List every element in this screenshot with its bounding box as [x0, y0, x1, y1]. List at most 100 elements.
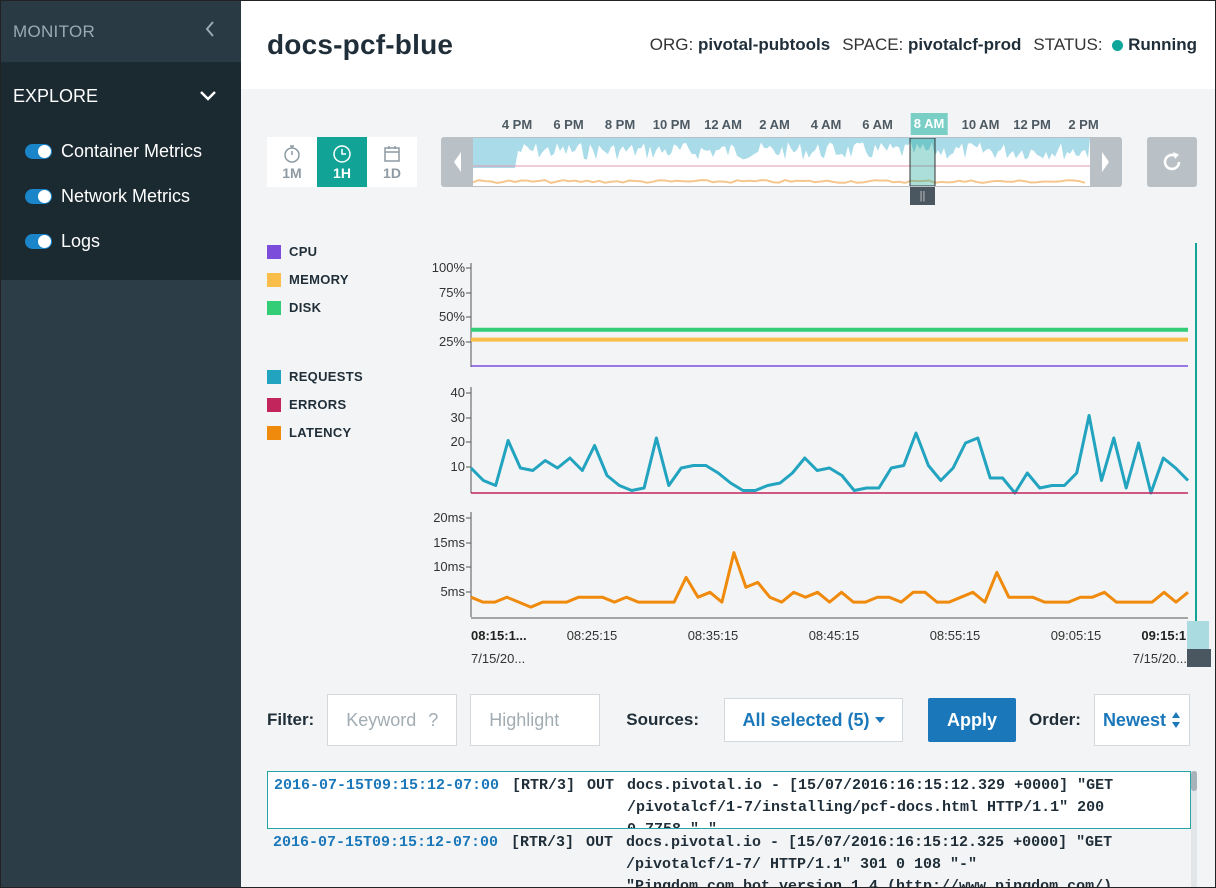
highlight-input[interactable]: Highlight: [470, 694, 601, 746]
explore-title: EXPLORE: [13, 85, 99, 106]
range-1h-button[interactable]: 1H: [317, 137, 367, 187]
log-scrollbar[interactable]: [1191, 771, 1197, 887]
explore-section: EXPLORE Container Metrics Network Metric…: [1, 63, 241, 280]
time-cursor-handle[interactable]: [1187, 649, 1211, 667]
time-cursor-marker[interactable]: [1187, 621, 1209, 649]
monitor-title: MONITOR: [13, 21, 96, 41]
timeline-drag-handle[interactable]: ||: [910, 187, 935, 205]
clock-icon: [333, 144, 351, 163]
range-1m-button[interactable]: 1M: [267, 137, 317, 187]
range-1d-button[interactable]: 1D: [367, 137, 417, 187]
legend-label: ERRORS: [289, 397, 347, 412]
status-dot-icon: [1112, 40, 1124, 52]
metrics-chart-svg: 100% 75% 50% 25% 40 30 20 10 20ms 15ms 10ms 5ms 08:1…: [432, 243, 1211, 667]
timeline-tick-label: 8 PM: [604, 117, 636, 132]
keyword-input[interactable]: Keyword ?: [327, 694, 458, 746]
legend-label: LATENCY: [289, 425, 352, 440]
x-tick-label: 08:55:15: [930, 628, 981, 643]
space-info: SPACE: pivotalcf-prod: [842, 35, 1021, 55]
y-tick-label: 15ms: [433, 535, 465, 550]
timeline-tick-label: 12 AM: [704, 117, 742, 132]
logs-toggle[interactable]: [25, 234, 52, 249]
legend-swatch: [267, 369, 281, 384]
sidebar-item-label: Network Metrics: [61, 186, 191, 206]
chevron-right-icon: [1102, 152, 1109, 172]
y-tick-label: 25%: [439, 334, 465, 349]
org-info: ORG: pivotal-pubtools: [650, 35, 830, 55]
chevron-down-icon[interactable]: [199, 90, 229, 102]
explore-header[interactable]: EXPLORE: [1, 63, 241, 129]
timeline-tick-label: 6 AM: [862, 117, 893, 132]
range-1d-label: 1D: [383, 164, 401, 181]
org-label: ORG:: [649, 35, 694, 54]
sidebar-item-logs[interactable]: Logs: [1, 219, 241, 264]
timeline-overview-graph: [473, 138, 1090, 186]
collapse-sidebar-icon[interactable]: [205, 20, 215, 43]
timeline-tick-label: 6 PM: [553, 117, 584, 132]
y-tick-label: 50%: [439, 309, 465, 324]
x-tick-label: 08:35:15: [688, 628, 739, 643]
legend-requests[interactable]: REQUESTS: [267, 369, 363, 384]
legend-swatch: [267, 244, 281, 259]
caret-down-icon: [874, 717, 885, 723]
legend-swatch: [267, 397, 281, 412]
status-info: STATUS: Running: [1033, 35, 1197, 55]
log-source: [RTR/3]: [511, 834, 575, 851]
container-metrics-toggle[interactable]: [25, 144, 52, 159]
y-tick-label: 20: [451, 434, 465, 449]
timeline-axis: 4 PM 6 PM 8 PM 10 PM 12 AM 2 AM 4 AM 6 AM 8 AM 10…: [441, 113, 1121, 135]
timeline-latency-line: [473, 179, 1086, 185]
sidebar-item-label: Logs: [61, 231, 101, 251]
legend-disk[interactable]: DISK: [267, 300, 321, 315]
legend-swatch: [267, 425, 281, 440]
keyword-placeholder: Keyword: [346, 709, 417, 730]
y-tick-label: 30: [451, 410, 465, 425]
y-tick-label: 10ms: [433, 559, 465, 574]
sidebar-item-container-metrics[interactable]: Container Metrics: [1, 129, 241, 174]
legend-swatch: [267, 300, 281, 315]
legend-memory[interactable]: MEMORY: [267, 272, 349, 287]
y-tick-label: 75%: [439, 285, 465, 300]
timeline-tick-label: 12 PM: [1013, 117, 1051, 132]
x-tick-label: 08:25:15: [567, 628, 618, 643]
timeline-overview[interactable]: [473, 138, 1090, 186]
log-row[interactable]: 2016-07-15T09:15:12-07:00 [RTR/3] OUT do…: [267, 829, 1191, 887]
legend-swatch: [267, 272, 281, 287]
timeline-prev-button[interactable]: [441, 137, 473, 187]
legend-errors[interactable]: ERRORS: [267, 397, 346, 412]
series-line-latency: [470, 551, 1189, 609]
x-tick-label: 08:45:15: [809, 628, 860, 643]
legend-latency[interactable]: LATENCY: [267, 425, 352, 440]
apply-button[interactable]: Apply: [927, 698, 1016, 742]
y-tick-label: 20ms: [433, 510, 465, 525]
log-scrollbar-thumb[interactable]: [1191, 771, 1197, 791]
sources-dropdown[interactable]: All selected (5): [723, 698, 903, 742]
timeline-tick-label: 4 AM: [810, 117, 842, 132]
series-line-requests: [469, 414, 1190, 495]
timeline-next-button[interactable]: [1090, 137, 1122, 187]
y-tick-label: 100%: [432, 260, 466, 275]
timeline-tick-label: 2 AM: [759, 117, 790, 132]
app-window: MONITOR EXPLORE Container Metrics Networ…: [0, 0, 1216, 888]
log-timestamp: 2016-07-15T09:15:12-07:00: [273, 834, 499, 851]
legend-cpu[interactable]: CPU: [267, 244, 317, 259]
refresh-icon: [1163, 152, 1181, 171]
network-metrics-toggle[interactable]: [25, 189, 52, 204]
highlight-placeholder: Highlight: [489, 709, 560, 730]
y-tick-label: 10: [451, 459, 465, 474]
timeline-selection-window[interactable]: [909, 138, 936, 186]
order-dropdown[interactable]: Newest: [1093, 694, 1190, 746]
timeline-tick-label: 10 PM: [652, 117, 691, 132]
log-direction: OUT: [586, 834, 614, 851]
monitor-header[interactable]: MONITOR: [1, 1, 241, 63]
app-meta: ORG: pivotal-pubtools SPACE: pivotalcf-p…: [650, 35, 1197, 55]
x-date-label: 7/15/20...: [1133, 651, 1187, 666]
refresh-button[interactable]: [1147, 137, 1197, 187]
page-title: docs-pcf-blue: [267, 29, 454, 60]
timeline-navigator[interactable]: [441, 137, 1122, 187]
legend-label: CPU: [289, 244, 318, 259]
sidebar-item-network-metrics[interactable]: Network Metrics: [1, 174, 241, 219]
timeline-requests-area: [473, 138, 1090, 168]
log-row[interactable]: 2016-07-15T09:15:12-07:00 [RTR/3] OUT do…: [267, 771, 1191, 829]
keyword-help-icon[interactable]: ?: [428, 710, 438, 731]
